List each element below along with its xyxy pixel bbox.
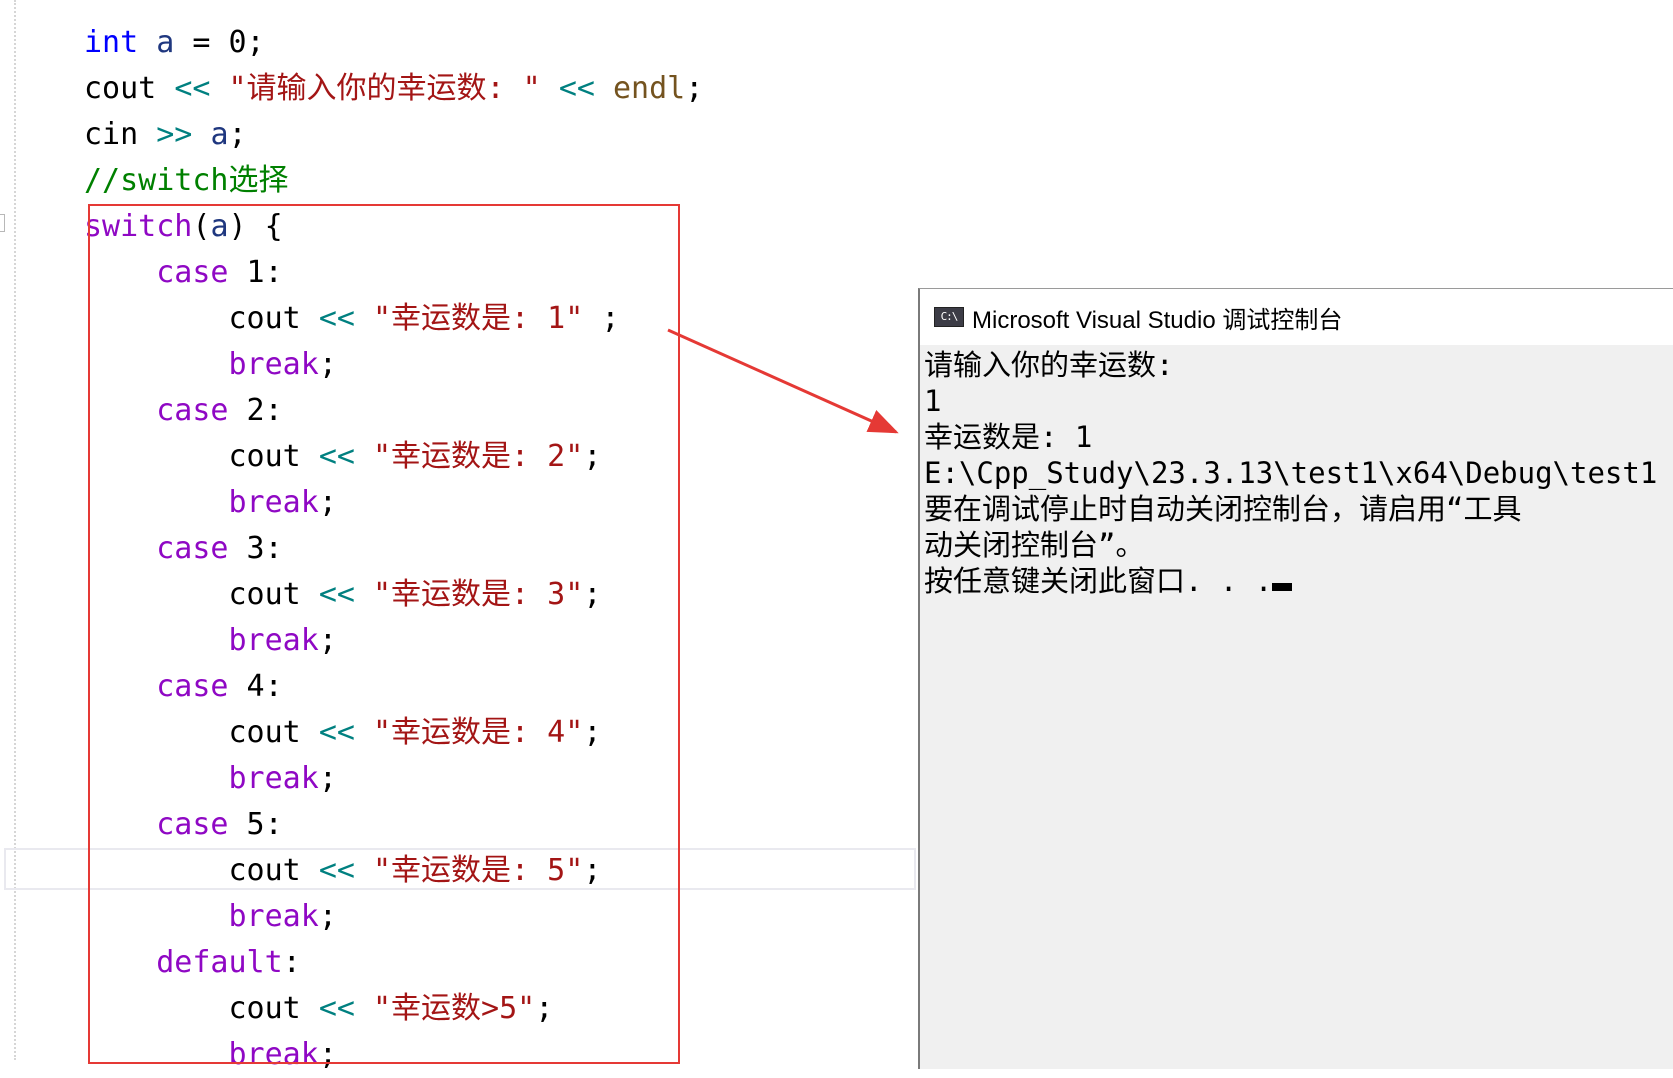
console-titlebar[interactable]: C:\ Microsoft Visual Studio 调试控制台 (920, 289, 1673, 345)
console-prompt-line: 按任意键关闭此窗口. . . (924, 563, 1673, 599)
console-line: 幸运数是: 1 (924, 420, 1093, 454)
console-line: E:\Cpp_Study\23.3.13\test1\x64\Debug\tes… (924, 456, 1658, 490)
console-app-icon: C:\ (934, 307, 964, 327)
console-prompt-text: 按任意键关闭此窗口. . . (924, 564, 1273, 598)
cursor-icon (1272, 583, 1293, 591)
console-line: 1 (924, 384, 942, 418)
console-output[interactable]: 请输入你的幸运数: 1 幸运数是: 1 E:\Cpp_Study\23.3.13… (924, 347, 1673, 599)
debug-console-window[interactable]: C:\ Microsoft Visual Studio 调试控制台 请输入你的幸… (918, 288, 1673, 1069)
console-line: 动关闭控制台”。 (924, 528, 1145, 562)
console-line: 要在调试停止时自动关闭控制台，请启用“工具 (924, 492, 1522, 526)
console-title: Microsoft Visual Studio 调试控制台 (972, 306, 1343, 334)
console-line: 请输入你的幸运数: (924, 348, 1174, 382)
arrow-line (667, 328, 899, 434)
